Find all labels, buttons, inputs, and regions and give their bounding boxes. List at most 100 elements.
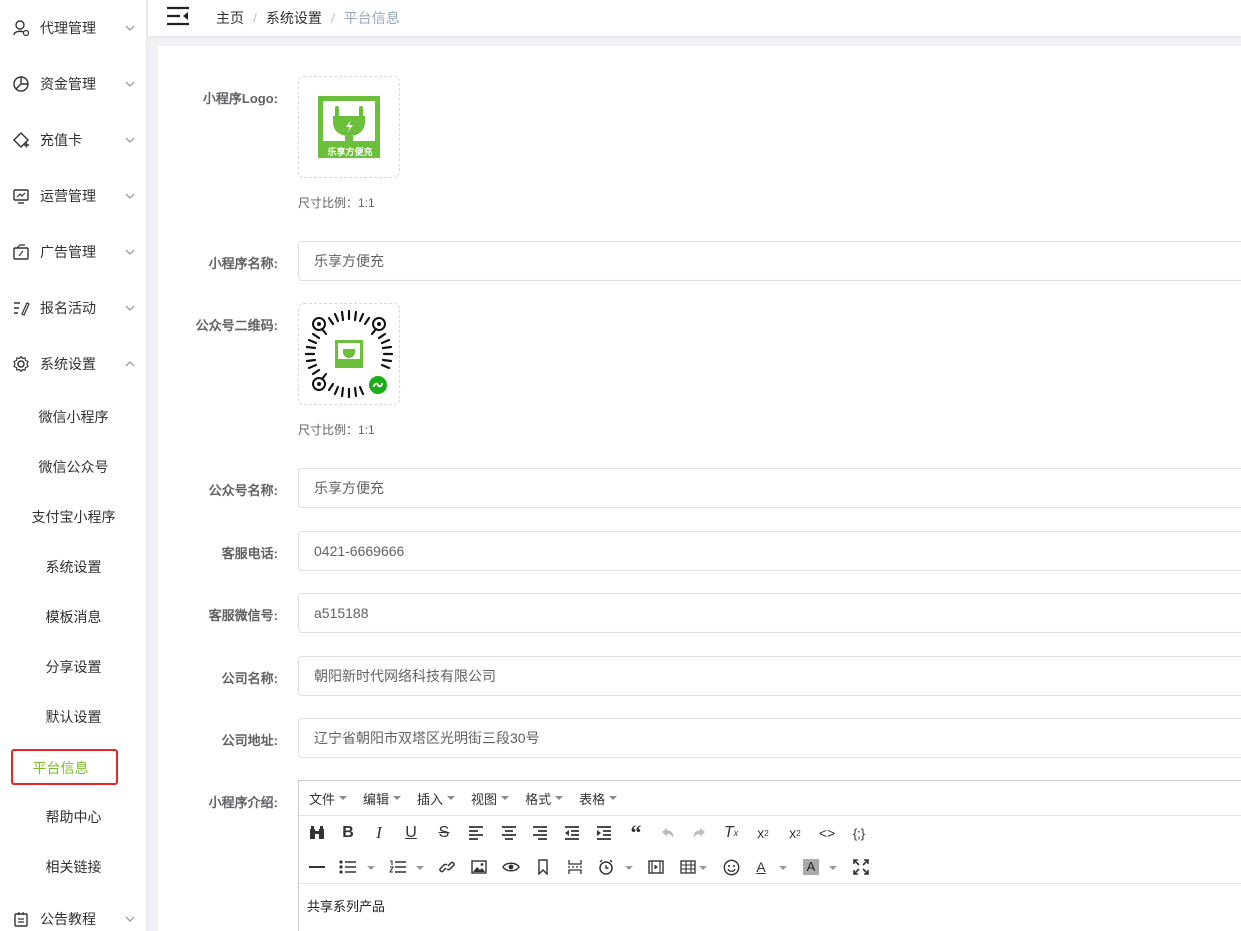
superscript-icon[interactable]: x2 xyxy=(783,821,807,845)
company-name-input[interactable]: 朝阳新时代网络科技有限公司 xyxy=(298,656,1241,696)
qrcode-upload[interactable] xyxy=(298,303,400,405)
editor-toolbar: B I U S “ Tx x2 x2 <> {;} A A xyxy=(299,816,1241,884)
caret-down-icon[interactable] xyxy=(829,866,837,870)
image-icon[interactable] xyxy=(467,855,491,879)
media-video-icon[interactable] xyxy=(644,855,668,879)
horizontal-rule-icon[interactable] xyxy=(305,855,329,879)
breadcrumb-current: 平台信息 xyxy=(343,10,400,26)
submenu-help-center[interactable]: 帮助中心 xyxy=(0,797,147,837)
align-left-icon[interactable] xyxy=(464,821,488,845)
sidebar-item-recharge-card[interactable]: 充值卡 xyxy=(0,120,147,160)
subscript-icon[interactable]: x2 xyxy=(751,821,775,845)
strikethrough-icon[interactable]: S xyxy=(432,821,456,845)
editor-menu-format[interactable]: 格式 xyxy=(525,789,564,808)
chevron-up-icon xyxy=(125,361,135,367)
breadcrumb-separator: / xyxy=(330,10,335,26)
numbered-list-icon[interactable] xyxy=(386,855,410,879)
page-break-icon[interactable] xyxy=(563,855,587,879)
fullscreen-icon[interactable] xyxy=(849,855,873,879)
code-sample-icon[interactable]: {;} xyxy=(847,821,871,845)
datetime-icon[interactable] xyxy=(594,855,618,879)
service-wechat-input[interactable]: a515188 xyxy=(298,593,1241,633)
miniprogram-name-label: 小程序名称: xyxy=(208,256,278,271)
submenu-template-message[interactable]: 模板消息 xyxy=(0,597,147,637)
editor-menu-file[interactable]: 文件 xyxy=(309,789,348,808)
sidebar-item-activity[interactable]: 报名活动 xyxy=(0,288,147,328)
align-right-icon[interactable] xyxy=(528,821,552,845)
bold-icon[interactable]: B xyxy=(336,821,360,845)
redo-icon[interactable] xyxy=(687,821,711,845)
background-color-icon[interactable]: A xyxy=(799,855,823,879)
text-color-icon[interactable]: A xyxy=(749,855,773,879)
caret-down-icon[interactable] xyxy=(779,866,787,870)
submenu-system-settings[interactable]: 系统设置 xyxy=(0,547,147,587)
emoji-icon[interactable] xyxy=(719,855,743,879)
caret-down-icon[interactable] xyxy=(367,866,375,870)
ad-icon xyxy=(11,242,31,262)
underline-icon[interactable]: U xyxy=(399,821,423,845)
breadcrumb-separator: / xyxy=(253,10,257,26)
indent-icon[interactable] xyxy=(592,821,616,845)
gear-icon xyxy=(11,354,31,374)
qrcode-ratio-hint: 尺寸比例：1:1 xyxy=(298,423,375,437)
editor-content[interactable]: 共享系列产品 xyxy=(299,884,1241,927)
preview-eye-icon[interactable] xyxy=(499,855,523,879)
sidebar-item-notice[interactable]: 公告教程 xyxy=(0,899,147,931)
miniprogram-name-input[interactable]: 乐享方便充 xyxy=(298,241,1241,281)
main-content: 小程序Logo: 乐享方便充 尺寸比例：1:1 小程序名称: 乐享方便充 公众号… xyxy=(158,46,1241,931)
submenu-platform-info[interactable]: 平台信息 xyxy=(0,748,147,788)
editor-menu-table[interactable]: 表格 xyxy=(579,789,618,808)
submenu-label: 系统设置 xyxy=(45,559,102,575)
editor-menu-view[interactable]: 视图 xyxy=(471,789,510,808)
breadcrumb-system-settings[interactable]: 系统设置 xyxy=(266,8,322,28)
table-icon[interactable] xyxy=(676,855,700,879)
bullet-list-icon[interactable] xyxy=(336,855,360,879)
clear-format-icon[interactable]: Tx xyxy=(719,821,743,845)
sidebar-item-ads[interactable]: 广告管理 xyxy=(0,232,147,272)
code-icon[interactable]: <> xyxy=(815,821,839,845)
caret-down-icon xyxy=(447,796,456,800)
submenu-default-settings[interactable]: 默认设置 xyxy=(0,697,147,737)
company-address-input[interactable]: 辽宁省朝阳市双塔区光明街三段30号 xyxy=(298,718,1241,758)
link-icon[interactable] xyxy=(435,855,459,879)
submenu-wechat-miniprogram[interactable]: 微信小程序 xyxy=(0,397,147,437)
undo-icon[interactable] xyxy=(656,821,680,845)
sidebar-item-label: 公告教程 xyxy=(40,911,96,927)
qrcode-label: 公众号二维码: xyxy=(195,318,278,333)
submenu-related-links[interactable]: 相关链接 xyxy=(0,847,147,887)
caret-down-icon xyxy=(339,796,348,800)
qrcode-image xyxy=(304,309,394,399)
company-name-label: 公司名称: xyxy=(221,671,278,686)
logo-upload[interactable]: 乐享方便充 xyxy=(298,76,400,178)
caret-down-icon[interactable] xyxy=(625,866,633,870)
chevron-down-icon xyxy=(125,305,135,311)
caret-down-icon[interactable] xyxy=(699,866,707,870)
sidebar-item-funds[interactable]: 资金管理 xyxy=(0,64,147,104)
submenu-label: 微信小程序 xyxy=(38,409,109,425)
sidebar-item-operations[interactable]: 运营管理 xyxy=(0,176,147,216)
editor-menu-edit[interactable]: 编辑 xyxy=(363,789,402,808)
find-replace-icon[interactable] xyxy=(305,821,329,845)
submenu-label: 分享设置 xyxy=(45,659,102,675)
card-add-icon xyxy=(11,130,31,150)
outdent-icon[interactable] xyxy=(560,821,584,845)
bookmark-icon[interactable] xyxy=(531,855,555,879)
editor-menu-insert[interactable]: 插入 xyxy=(417,789,456,808)
italic-icon[interactable]: I xyxy=(367,821,391,845)
submenu-wechat-official[interactable]: 微信公众号 xyxy=(0,447,147,487)
breadcrumb-home[interactable]: 主页 xyxy=(216,8,244,28)
sidebar-item-system-settings[interactable]: 系统设置 xyxy=(0,344,147,384)
caret-down-icon[interactable] xyxy=(416,866,424,870)
logo-label: 小程序Logo: xyxy=(202,91,278,106)
submenu-share-settings[interactable]: 分享设置 xyxy=(0,647,147,687)
caret-down-icon xyxy=(501,796,510,800)
align-center-icon[interactable] xyxy=(497,821,521,845)
blockquote-icon[interactable]: “ xyxy=(624,820,648,845)
breadcrumb: 主页 / 系统设置 / 平台信息 xyxy=(216,8,400,28)
sidebar-item-agent[interactable]: 代理管理 xyxy=(0,8,147,48)
menu-collapse-icon[interactable] xyxy=(166,5,190,27)
service-phone-input[interactable]: 0421-6669666 xyxy=(298,531,1241,571)
submenu-alipay-miniprogram[interactable]: 支付宝小程序 xyxy=(0,497,147,537)
sidebar-item-label: 充值卡 xyxy=(40,132,82,148)
official-account-input[interactable]: 乐享方便充 xyxy=(298,468,1241,508)
